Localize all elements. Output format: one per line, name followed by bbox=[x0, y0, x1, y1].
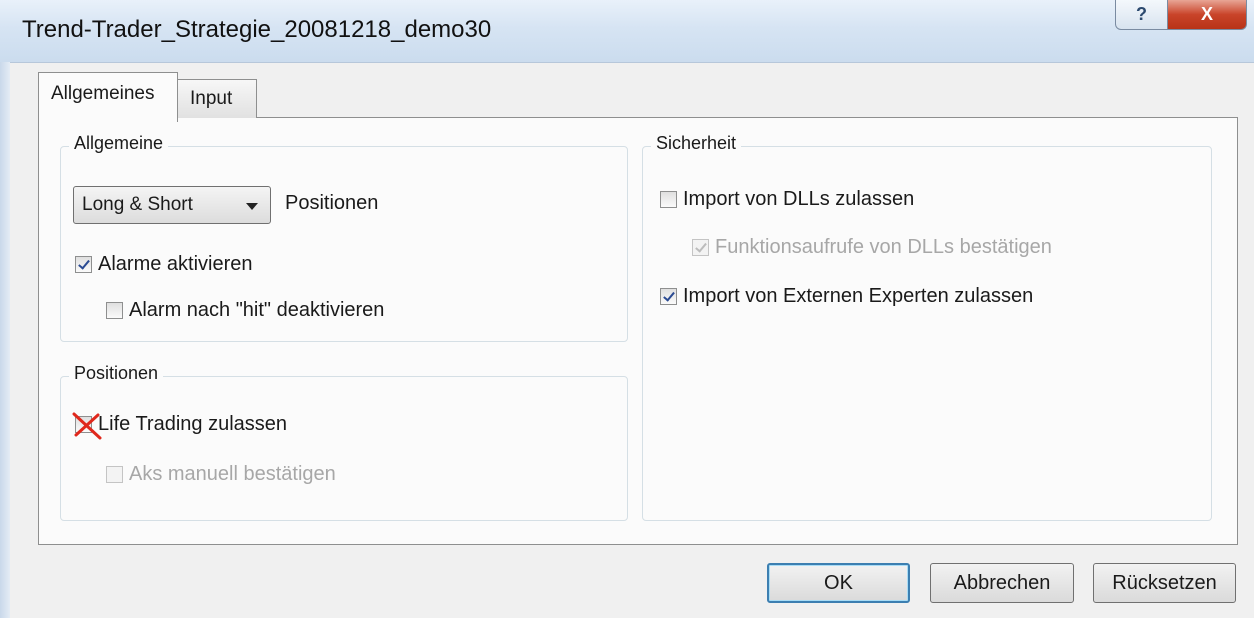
enable-alerts-checkbox[interactable] bbox=[75, 256, 92, 273]
disable-after-hit-label: Alarm nach "hit" deaktivieren bbox=[129, 299, 385, 321]
allow-live-trading-label: Life Trading zulassen bbox=[98, 413, 288, 435]
allow-dll-import-checkbox[interactable] bbox=[660, 191, 677, 208]
allow-external-experts-checkbox[interactable] bbox=[660, 288, 677, 305]
tab-input[interactable]: Input bbox=[177, 79, 257, 118]
enable-alerts-label: Alarme aktivieren bbox=[98, 253, 253, 275]
confirm-manually-checkbox bbox=[106, 466, 123, 483]
help-button[interactable]: ? bbox=[1115, 0, 1168, 30]
tab-label: Allgemeines bbox=[51, 83, 155, 104]
cancel-button[interactable]: Abbrechen bbox=[930, 563, 1074, 603]
confirm-manually-option: Aks manuell bestätigen bbox=[106, 463, 336, 486]
positions-group: Positionen bbox=[60, 363, 628, 521]
window-title: Trend-Trader_Strategie_20081218_demo30 bbox=[22, 16, 492, 43]
allow-dll-import-label: Import von DLLs zulassen bbox=[683, 188, 915, 210]
allow-live-trading-option[interactable]: Life Trading zulassen bbox=[72, 412, 288, 440]
allow-external-experts-label: Import von Externen Experten zulassen bbox=[683, 285, 1034, 307]
confirm-manually-label: Aks manuell bestätigen bbox=[129, 463, 336, 485]
close-icon: X bbox=[1200, 4, 1213, 24]
positions-label: Positionen bbox=[285, 192, 379, 214]
title-bar: Trend-Trader_Strategie_20081218_demo30 ?… bbox=[0, 0, 1254, 63]
chevron-down-icon bbox=[246, 203, 258, 210]
enable-alerts-option[interactable]: Alarme aktivieren bbox=[75, 253, 253, 276]
confirm-dll-calls-option: Funktionsaufrufe von DLLs bestätigen bbox=[692, 236, 1052, 259]
ok-button[interactable]: OK bbox=[767, 563, 910, 603]
allow-live-trading-checkbox[interactable] bbox=[72, 412, 102, 440]
confirm-dll-calls-label: Funktionsaufrufe von DLLs bestätigen bbox=[715, 236, 1052, 258]
tab-allgemeines[interactable]: Allgemeines bbox=[38, 72, 178, 122]
security-group-title: Sicherheit bbox=[651, 133, 742, 154]
reset-button[interactable]: Rücksetzen bbox=[1093, 563, 1236, 603]
positions-dropdown-value: Long & Short bbox=[82, 194, 193, 215]
help-icon: ? bbox=[1136, 4, 1147, 24]
positions-dropdown[interactable]: Long & Short bbox=[73, 186, 271, 224]
allow-dll-import-option[interactable]: Import von DLLs zulassen bbox=[660, 188, 914, 211]
allow-external-experts-option[interactable]: Import von Externen Experten zulassen bbox=[660, 285, 1033, 308]
tab-label: Input bbox=[190, 88, 233, 109]
positions-group-title: Positionen bbox=[69, 363, 164, 384]
window-frame-edge bbox=[0, 62, 10, 618]
close-button[interactable]: X bbox=[1167, 0, 1247, 30]
disable-after-hit-option[interactable]: Alarm nach "hit" deaktivieren bbox=[106, 299, 384, 322]
confirm-dll-calls-checkbox bbox=[692, 239, 709, 256]
disable-after-hit-checkbox[interactable] bbox=[106, 302, 123, 319]
cross-out-mark bbox=[72, 412, 102, 440]
general-group-title: Allgemeine bbox=[69, 133, 169, 154]
